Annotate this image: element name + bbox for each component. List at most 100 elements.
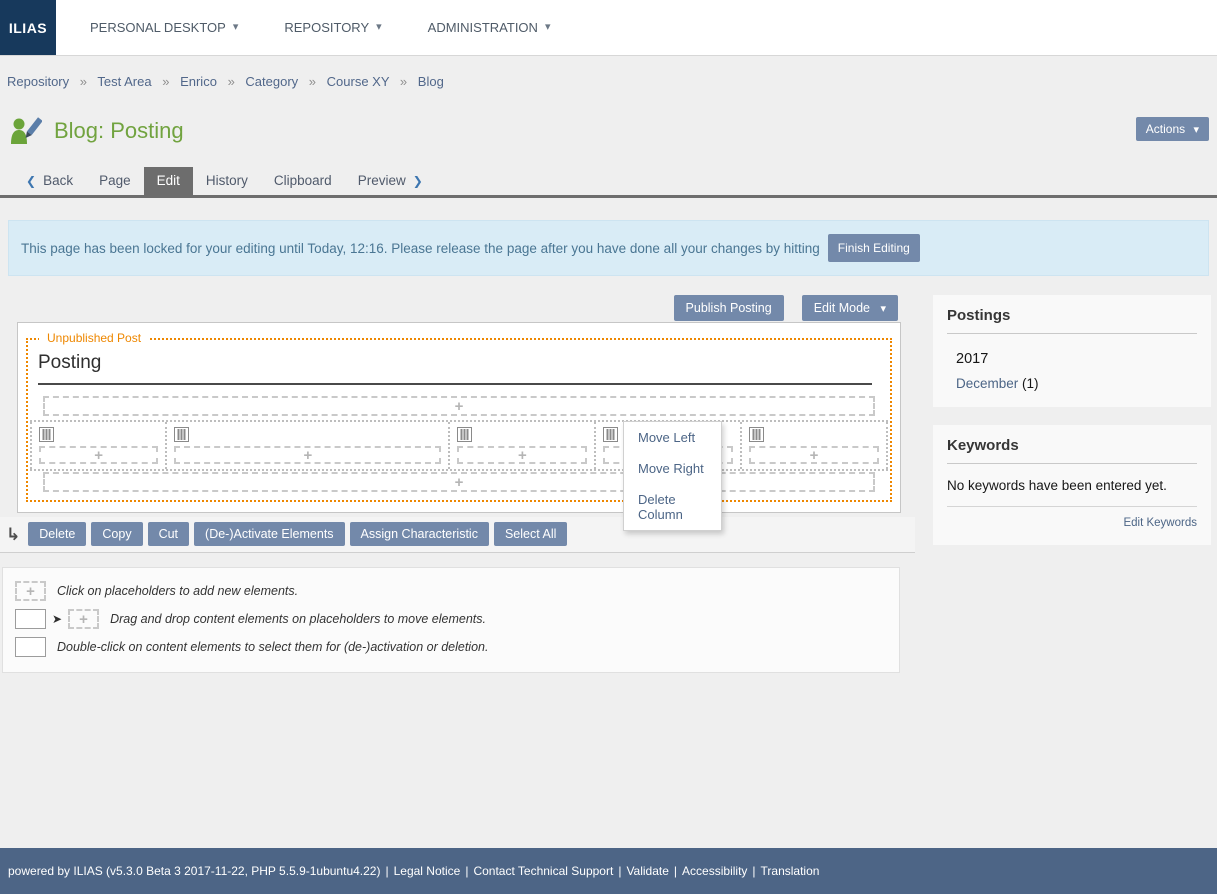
tab-back[interactable]: ❮ Back (13, 167, 86, 195)
chevron-right-icon: ❯ (413, 174, 423, 188)
drag-arrow-icon: ➤ (52, 612, 62, 626)
tab-page[interactable]: Page (86, 167, 144, 195)
actions-label: Actions (1146, 122, 1185, 136)
column-1[interactable]: + (30, 422, 167, 469)
breadcrumb: Repository » Test Area » Enrico » Catego… (0, 56, 1217, 103)
tab-clipboard[interactable]: Clipboard (261, 167, 345, 195)
footer-separator: | (752, 864, 755, 878)
main-menu: PERSONAL DESKTOP ▾ REPOSITORY ▾ ADMINIST… (76, 0, 582, 55)
breadcrumb-blog[interactable]: Blog (418, 74, 444, 89)
chevron-left-icon: ❮ (26, 174, 36, 188)
content-area: Publish Posting Edit Mode ▾ Unpublished … (0, 295, 1217, 673)
blog-icon (10, 117, 42, 145)
plus-icon: + (810, 448, 819, 463)
keywords-panel: Keywords No keywords have been entered y… (933, 425, 1211, 545)
breadcrumb-separator: » (80, 74, 87, 89)
add-element-placeholder[interactable]: + (174, 446, 441, 464)
delete-button[interactable]: Delete (28, 522, 86, 546)
caret-down-icon: ▾ (545, 22, 551, 33)
finish-editing-button[interactable]: Finish Editing (828, 234, 920, 262)
column-context-menu: Move Left Move Right Delete Column (623, 421, 722, 531)
breadcrumb-test-area[interactable]: Test Area (97, 74, 151, 89)
context-menu-move-left[interactable]: Move Left (624, 422, 721, 453)
edit-mode-button[interactable]: Edit Mode ▾ (802, 295, 898, 321)
help-row: ➤ + Drag and drop content elements on pl… (15, 609, 887, 629)
footer-link-translation[interactable]: Translation (761, 864, 820, 878)
footer-separator: | (674, 864, 677, 878)
assign-characteristic-button[interactable]: Assign Characteristic (350, 522, 489, 546)
footer-separator: | (618, 864, 621, 878)
keywords-footer: Edit Keywords (947, 506, 1197, 531)
tab-preview[interactable]: Preview ❯ (345, 167, 436, 195)
breadcrumb-repository[interactable]: Repository (7, 74, 69, 89)
footer-link-contact-support[interactable]: Contact Technical Support (473, 864, 613, 878)
plus-icon: + (26, 584, 35, 599)
postings-month-count: (1) (1022, 376, 1039, 391)
breadcrumb-category[interactable]: Category (245, 74, 298, 89)
select-all-button[interactable]: Select All (494, 522, 567, 546)
placeholder-icon: + (15, 581, 46, 601)
breadcrumb-separator: » (162, 74, 169, 89)
unpublished-post-label: Unpublished Post (39, 331, 149, 345)
breadcrumb-separator: » (309, 74, 316, 89)
caret-down-icon: ▾ (880, 304, 886, 315)
footer-link-legal-notice[interactable]: Legal Notice (394, 864, 461, 878)
add-element-placeholder[interactable]: + (39, 446, 158, 464)
plus-icon: + (303, 448, 312, 463)
lock-info-message: This page has been locked for your editi… (8, 220, 1209, 276)
menu-personal-desktop[interactable]: PERSONAL DESKTOP ▾ (76, 12, 252, 43)
column-icon (39, 427, 54, 442)
add-element-placeholder[interactable]: + (457, 446, 587, 464)
column-icon (603, 427, 618, 442)
context-menu-delete-column[interactable]: Delete Column (624, 484, 721, 530)
postings-month-link[interactable]: December (956, 376, 1018, 391)
tab-label: Preview (358, 173, 406, 188)
caret-down-icon: ▾ (233, 22, 239, 33)
postings-month-row: December (1) (956, 376, 1197, 391)
selection-toolbar: ↳ Delete Copy Cut (De-)Activate Elements… (0, 517, 915, 553)
deactivate-elements-button[interactable]: (De-)Activate Elements (194, 522, 345, 546)
sidebar: Postings 2017 December (1) Keywords No k… (933, 295, 1211, 563)
plus-icon: + (455, 475, 464, 490)
column-3[interactable]: + (450, 422, 596, 469)
post-title[interactable]: Posting (38, 352, 872, 385)
add-element-placeholder-bottom[interactable]: + (43, 472, 875, 492)
context-menu-move-right[interactable]: Move Right (624, 453, 721, 484)
footer-link-accessibility[interactable]: Accessibility (682, 864, 747, 878)
help-text: Double-click on content elements to sele… (57, 640, 488, 654)
menu-label: REPOSITORY (284, 20, 369, 35)
tab-label: Edit (157, 173, 180, 188)
footer: powered by ILIAS (v5.3.0 Beta 3 2017-11-… (0, 848, 1217, 894)
add-element-placeholder-top[interactable]: + (43, 396, 875, 416)
ilias-logo[interactable]: ILIAS (0, 0, 56, 55)
unpublished-post-frame: Unpublished Post Posting + + + (26, 338, 892, 502)
content-element-icon (15, 637, 46, 657)
tab-history[interactable]: History (193, 167, 261, 195)
posting-toolbar: Publish Posting Edit Mode ▾ (0, 295, 915, 321)
cut-button[interactable]: Cut (148, 522, 189, 546)
copy-button[interactable]: Copy (91, 522, 142, 546)
footer-powered-by: powered by ILIAS (v5.3.0 Beta 3 2017-11-… (8, 864, 380, 878)
column-2[interactable]: + (167, 422, 450, 469)
tab-edit[interactable]: Edit (144, 167, 193, 195)
add-element-placeholder[interactable]: + (749, 446, 879, 464)
column-5[interactable]: + (742, 422, 888, 469)
menu-administration[interactable]: ADMINISTRATION ▾ (414, 12, 565, 43)
plus-icon: + (79, 612, 88, 627)
tab-label: History (206, 173, 248, 188)
menu-repository[interactable]: REPOSITORY ▾ (270, 12, 395, 43)
help-text: Drag and drop content elements on placeh… (110, 612, 486, 626)
column-icon (749, 427, 764, 442)
publish-posting-button[interactable]: Publish Posting (674, 295, 784, 321)
column-icon (174, 427, 189, 442)
breadcrumb-enrico[interactable]: Enrico (180, 74, 217, 89)
breadcrumb-course-xy[interactable]: Course XY (327, 74, 390, 89)
edit-keywords-link[interactable]: Edit Keywords (1123, 517, 1197, 529)
actions-button[interactable]: Actions ▾ (1136, 117, 1209, 141)
footer-link-validate[interactable]: Validate (626, 864, 668, 878)
menu-label: PERSONAL DESKTOP (90, 20, 226, 35)
tab-label: Back (43, 173, 73, 188)
plus-icon: + (455, 399, 464, 414)
selection-arrow-icon: ↳ (6, 526, 20, 543)
keywords-empty-text: No keywords have been entered yet. (947, 478, 1197, 493)
